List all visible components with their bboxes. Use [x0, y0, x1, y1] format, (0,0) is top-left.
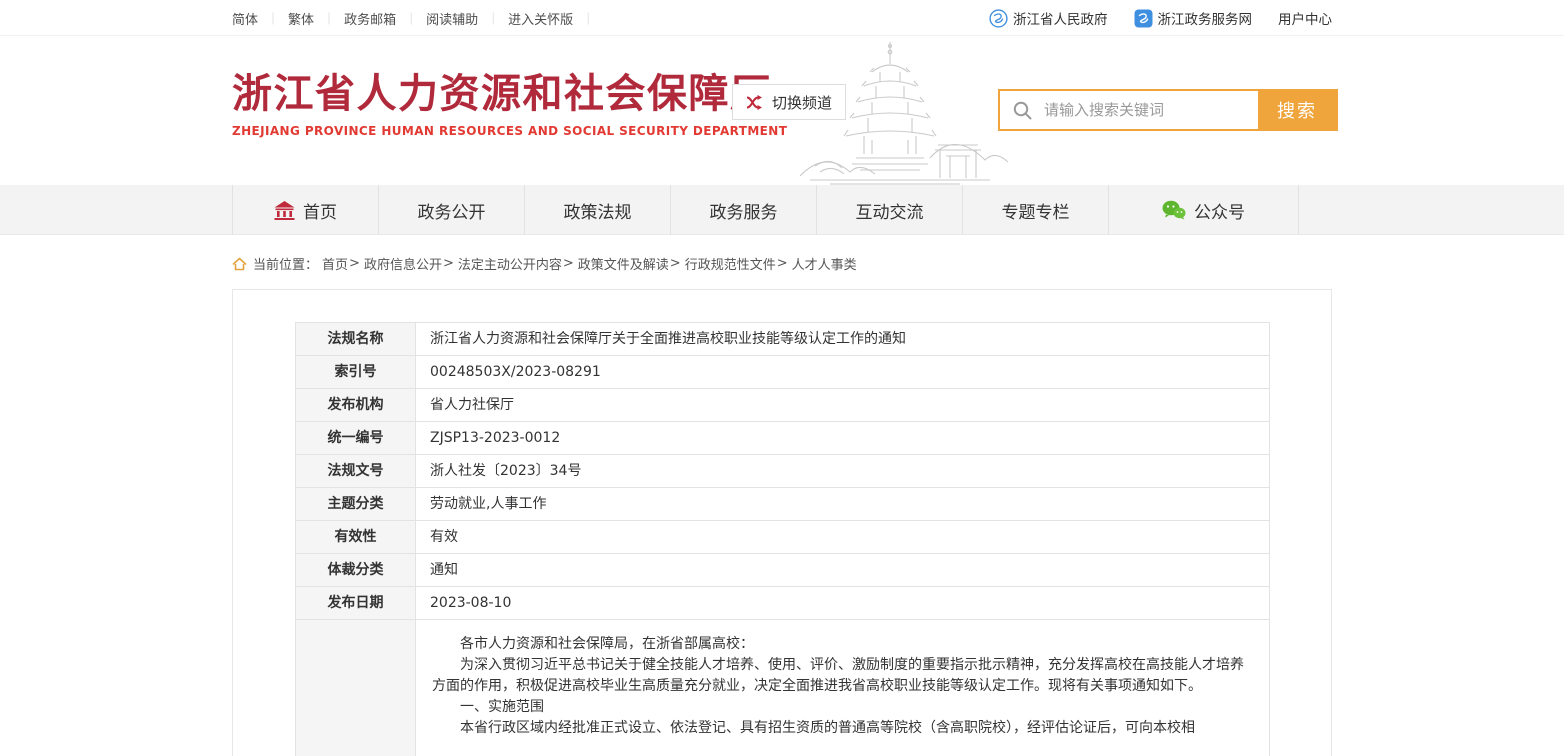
home-building-icon — [274, 201, 295, 220]
nav-item-interaction[interactable]: 互动交流 — [816, 185, 962, 235]
breadcrumb-link-home[interactable]: 首页 — [322, 254, 348, 273]
field-label: 法规名称 — [296, 323, 416, 356]
field-value-publish-date: 2023-08-10 — [416, 587, 1270, 620]
main-navigation: 首页 政务公开 政策法规 政务服务 互动交流 专题专栏 公众号 — [0, 185, 1564, 235]
table-row: 发布机构 省人力社保厅 — [296, 389, 1270, 422]
field-value-unified-number: ZJSP13-2023-0012 — [416, 422, 1270, 455]
breadcrumb-link-gov-info[interactable]: 政府信息公开 — [364, 254, 442, 273]
site-title: 浙江省人力资源和社会保障厅 — [232, 72, 787, 116]
home-icon — [232, 257, 247, 271]
link-traditional-chinese[interactable]: 繁体 — [288, 9, 314, 28]
field-label-empty — [296, 620, 416, 756]
portal-links: 浙江省人民政府 浙江政务服务网 用户中心 — [989, 8, 1332, 28]
link-reading-assist[interactable]: 阅读辅助 — [426, 9, 478, 28]
link-zhejiang-gov-portal[interactable]: 浙江省人民政府 — [989, 8, 1108, 28]
field-value-subject-category: 劳动就业,人事工作 — [416, 488, 1270, 521]
breadcrumb-link-policy-documents[interactable]: 政策文件及解读 — [578, 254, 669, 273]
nav-item-special-topics[interactable]: 专题专栏 — [962, 185, 1108, 235]
field-value-validity: 有效 — [416, 521, 1270, 554]
table-row: 体裁分类 通知 — [296, 554, 1270, 587]
wechat-icon — [1162, 200, 1186, 220]
field-label: 体裁分类 — [296, 554, 416, 587]
document-detail-card: 法规名称 浙江省人力资源和社会保障厅关于全面推进高校职业技能等级认定工作的通知 … — [232, 289, 1332, 756]
table-row: 有效性 有效 — [296, 521, 1270, 554]
link-accessibility-version[interactable]: 进入关怀版 — [508, 9, 573, 28]
search-input[interactable] — [1044, 91, 1258, 129]
table-row: 法规文号 浙人社发〔2023〕34号 — [296, 455, 1270, 488]
field-label: 索引号 — [296, 356, 416, 389]
nav-item-home[interactable]: 首页 — [232, 185, 378, 235]
field-label: 发布机构 — [296, 389, 416, 422]
table-row-body: 各市人力资源和社会保障局，在浙省部属高校： 为深入贯彻习近平总书记关于健全技能人… — [296, 620, 1270, 756]
breadcrumb-link-administrative-normative[interactable]: 行政规范性文件 — [685, 254, 776, 273]
pagoda-sketch-illustration — [780, 38, 1010, 185]
table-row: 发布日期 2023-08-10 — [296, 587, 1270, 620]
link-gov-mail[interactable]: 政务邮箱 — [344, 9, 396, 28]
field-label: 主题分类 — [296, 488, 416, 521]
field-label: 有效性 — [296, 521, 416, 554]
document-paragraph: 为深入贯彻习近平总书记关于健全技能人才培养、使用、评价、激励制度的重要指示批示精… — [432, 655, 1253, 697]
breadcrumb-link-talent-personnel[interactable]: 人才人事类 — [792, 254, 857, 273]
link-zhejiang-service-portal[interactable]: 浙江政务服务网 — [1134, 8, 1253, 28]
field-label: 发布日期 — [296, 587, 416, 620]
field-value-document-number: 浙人社发〔2023〕34号 — [416, 455, 1270, 488]
field-value-issuing-agency: 省人力社保厅 — [416, 389, 1270, 422]
site-search: 搜索 — [998, 89, 1338, 131]
link-simplified-chinese[interactable]: 简体 — [232, 9, 258, 28]
nav-item-government-services[interactable]: 政务服务 — [670, 185, 816, 235]
table-row: 统一编号 ZJSP13-2023-0012 — [296, 422, 1270, 455]
field-value-index-number: 00248503X/2023-08291 — [416, 356, 1270, 389]
site-logo[interactable]: 浙江省人力资源和社会保障厅 ZHEJIANG PROVINCE HUMAN RE… — [232, 72, 787, 138]
link-user-center[interactable]: 用户中心 — [1278, 8, 1332, 28]
document-paragraph: 各市人力资源和社会保障局，在浙省部属高校： — [432, 634, 1253, 655]
utility-links: 简体｜ 繁体｜ 政务邮箱｜ 阅读辅助｜ 进入关怀版｜ — [232, 9, 603, 28]
site-header: 浙江省人力资源和社会保障厅 ZHEJIANG PROVINCE HUMAN RE… — [0, 36, 1564, 185]
field-value-regulation-name: 浙江省人力资源和社会保障厅关于全面推进高校职业技能等级认定工作的通知 — [416, 323, 1270, 356]
nav-item-public-information[interactable]: 政务公开 — [378, 185, 524, 235]
table-row: 索引号 00248503X/2023-08291 — [296, 356, 1270, 389]
top-utility-bar: 简体｜ 繁体｜ 政务邮箱｜ 阅读辅助｜ 进入关怀版｜ 浙江省人民政府 浙江政务服… — [0, 0, 1564, 36]
field-value-genre-category: 通知 — [416, 554, 1270, 587]
site-subtitle-english: ZHEJIANG PROVINCE HUMAN RESOURCES AND SO… — [232, 124, 787, 138]
document-paragraph: 一、实施范围 — [432, 697, 1253, 718]
document-body-text: 各市人力资源和社会保障局，在浙省部属高校： 为深入贯彻习近平总书记关于健全技能人… — [416, 620, 1270, 756]
breadcrumb: 当前位置： 首页> 政府信息公开> 法定主动公开内容> 政策文件及解读> 行政规… — [0, 254, 1564, 273]
field-label: 统一编号 — [296, 422, 416, 455]
breadcrumb-prefix: 当前位置： — [253, 254, 318, 273]
zhejiang-service-icon — [1134, 9, 1153, 28]
table-row: 主题分类 劳动就业,人事工作 — [296, 488, 1270, 521]
field-label: 法规文号 — [296, 455, 416, 488]
search-icon — [1000, 91, 1044, 129]
nav-item-wechat-official[interactable]: 公众号 — [1108, 185, 1298, 235]
breadcrumb-link-statutory-disclosure[interactable]: 法定主动公开内容 — [458, 254, 562, 273]
nav-item-policies-regulations[interactable]: 政策法规 — [524, 185, 670, 235]
document-metadata-table: 法规名称 浙江省人力资源和社会保障厅关于全面推进高校职业技能等级认定工作的通知 … — [295, 322, 1270, 756]
zhejiang-gov-icon — [989, 9, 1008, 28]
document-paragraph: 本省行政区域内经批准正式设立、依法登记、具有招生资质的普通高等院校（含高职院校）… — [432, 718, 1253, 739]
table-row: 法规名称 浙江省人力资源和社会保障厅关于全面推进高校职业技能等级认定工作的通知 — [296, 323, 1270, 356]
nav-trailing-divider — [1298, 185, 1564, 235]
shuffle-icon — [746, 95, 765, 110]
search-button[interactable]: 搜索 — [1258, 91, 1336, 129]
